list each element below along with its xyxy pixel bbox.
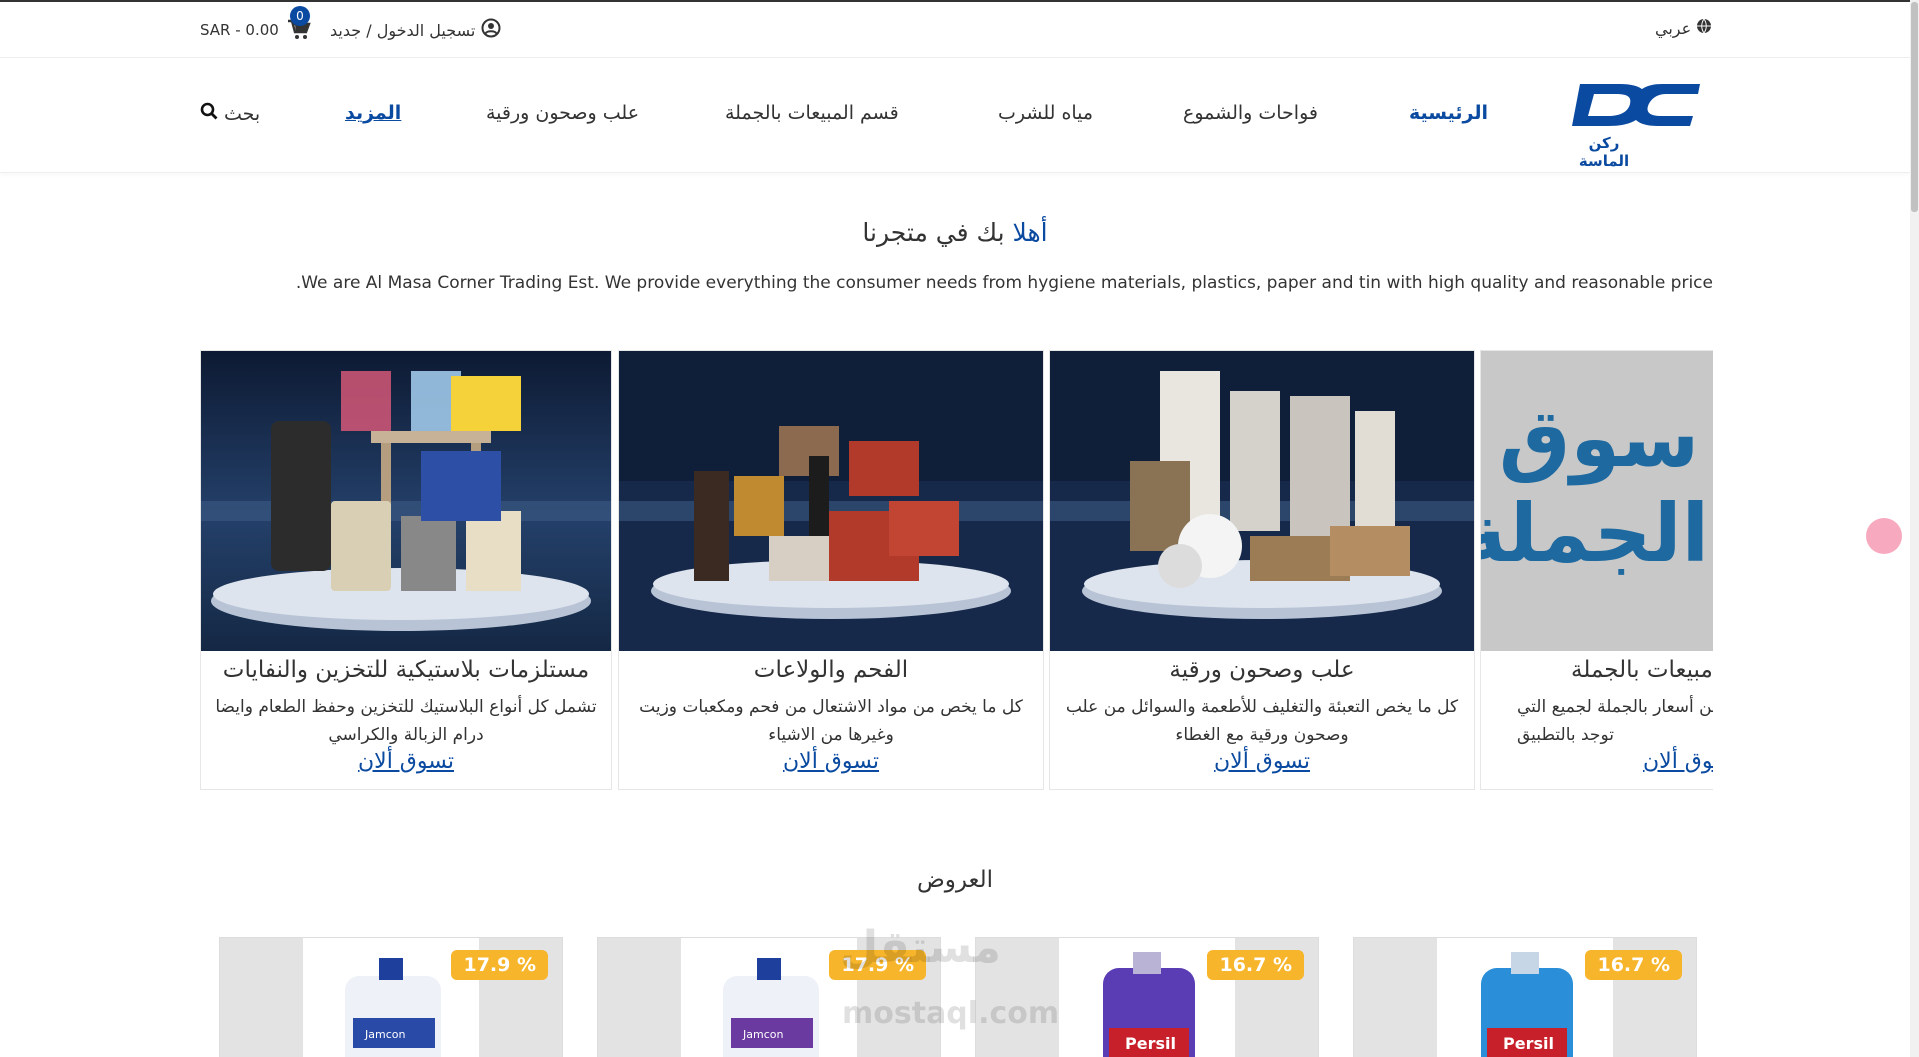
- offer-brand: Persil: [1503, 1034, 1554, 1053]
- category-image: [1050, 351, 1474, 651]
- search-icon: [200, 102, 218, 125]
- discount-badge: 16.7 %: [1585, 950, 1682, 980]
- logo-text: ركن الماسة: [1578, 134, 1630, 170]
- category-card[interactable]: سوق الجملة مبيعات بالجملة من أسعار بالجم…: [1480, 350, 1713, 790]
- login-link[interactable]: تسجيل الدخول / جديد: [330, 18, 501, 42]
- shop-now-link[interactable]: تسوق ألان: [201, 749, 611, 774]
- shop-now-link[interactable]: تسوق ألان: [1643, 749, 1713, 774]
- nav-wholesale[interactable]: قسم المبيعات بالجملة: [725, 102, 899, 124]
- category-card[interactable]: الفحم والولاعات كل ما يخص من مواد الاشتع…: [618, 350, 1044, 790]
- category-description: كل ما يخص التعبئة والتغليف للأطعمة والسو…: [1065, 697, 1459, 745]
- category-title: علب وصحون ورقية: [1169, 657, 1355, 683]
- category-title: مبيعات بالجملة: [1571, 657, 1713, 683]
- page: SAR - 0.00 0 تسجيل الدخول / جديد عربي بح…: [0, 0, 1919, 1057]
- globe-icon: [1696, 18, 1712, 38]
- nav-home[interactable]: الرئيسية: [1409, 102, 1488, 124]
- watermark-url: mostaql.com: [842, 996, 1060, 1031]
- category-description: تشمل كل أنواع البلاستيك للتخزين وحفظ الط…: [215, 697, 597, 745]
- welcome-title: أهلا بك في متجرنا: [0, 218, 1910, 247]
- category-title: مستلزمات بلاستيكية للتخزين والنفايات: [222, 657, 590, 683]
- category-image: سوق الجملة: [1481, 351, 1713, 651]
- category-image: [201, 351, 611, 651]
- scrollbar-thumb[interactable]: [1911, 2, 1918, 212]
- category-carousel: مستلزمات بلاستيكية للتخزين والنفايات تشم…: [200, 350, 1713, 790]
- wholesale-banner-text: سوق الجملة: [1480, 392, 1709, 580]
- offer-card[interactable]: Persil 16.7 %: [1353, 937, 1697, 1057]
- top-bar: SAR - 0.00 0 تسجيل الدخول / جديد عربي: [0, 2, 1910, 58]
- nav-water[interactable]: مياه للشرب: [998, 102, 1093, 124]
- search-button[interactable]: بحث: [200, 102, 260, 125]
- nav-paper-boxes[interactable]: علب وصحون ورقية: [486, 102, 639, 124]
- category-card[interactable]: مستلزمات بلاستيكية للتخزين والنفايات تشم…: [200, 350, 612, 790]
- search-label: بحث: [224, 102, 261, 125]
- cart-count-badge: 0: [290, 6, 310, 26]
- category-description: كل ما يخص من مواد الاشتعال من فحم ومكعبا…: [639, 697, 1023, 745]
- language-label: عربي: [1655, 18, 1692, 38]
- discount-badge: 17.9 %: [451, 950, 548, 980]
- logo[interactable]: ركن الماسة: [1572, 78, 1702, 170]
- shop-now-link[interactable]: تسوق ألان: [1050, 749, 1474, 774]
- login-label: تسجيل الدخول / جديد: [330, 20, 476, 40]
- watermark-arabic: مستقل: [840, 922, 1001, 973]
- cart-total: SAR - 0.00: [200, 21, 279, 39]
- discount-badge: 16.7 %: [1207, 950, 1304, 980]
- category-card[interactable]: علب وصحون ورقية كل ما يخص التعبئة والتغل…: [1049, 350, 1475, 790]
- offer-card[interactable]: Jamcon 17.9 %: [219, 937, 563, 1057]
- user-icon: [481, 18, 501, 42]
- offer-brand: Persil: [1125, 1034, 1176, 1053]
- offer-brand: Jamcon: [743, 1028, 784, 1041]
- language-switch[interactable]: عربي: [1655, 18, 1712, 38]
- category-image: [619, 351, 1043, 651]
- welcome-text: We are Al Masa Corner Trading Est. We pr…: [295, 273, 1713, 293]
- welcome-highlight: أهلا: [1012, 218, 1048, 247]
- shop-now-link[interactable]: تسوق ألان: [619, 749, 1043, 774]
- offers-title: العروض: [916, 867, 994, 893]
- nav-fresheners[interactable]: فواحات والشموع: [1183, 102, 1318, 124]
- category-title: الفحم والولاعات: [753, 657, 909, 683]
- main-nav: بحث المزيد علب وصحون ورقية قسم المبيعات …: [0, 58, 1910, 173]
- nav-more[interactable]: المزيد: [345, 102, 401, 124]
- offer-brand: Jamcon: [365, 1028, 406, 1041]
- category-description: من أسعار بالجملة لجميع التي توجد بالتطبي…: [1517, 697, 1713, 745]
- translate-icon[interactable]: [1866, 518, 1902, 554]
- welcome-rest: بك في متجرنا: [862, 218, 1013, 247]
